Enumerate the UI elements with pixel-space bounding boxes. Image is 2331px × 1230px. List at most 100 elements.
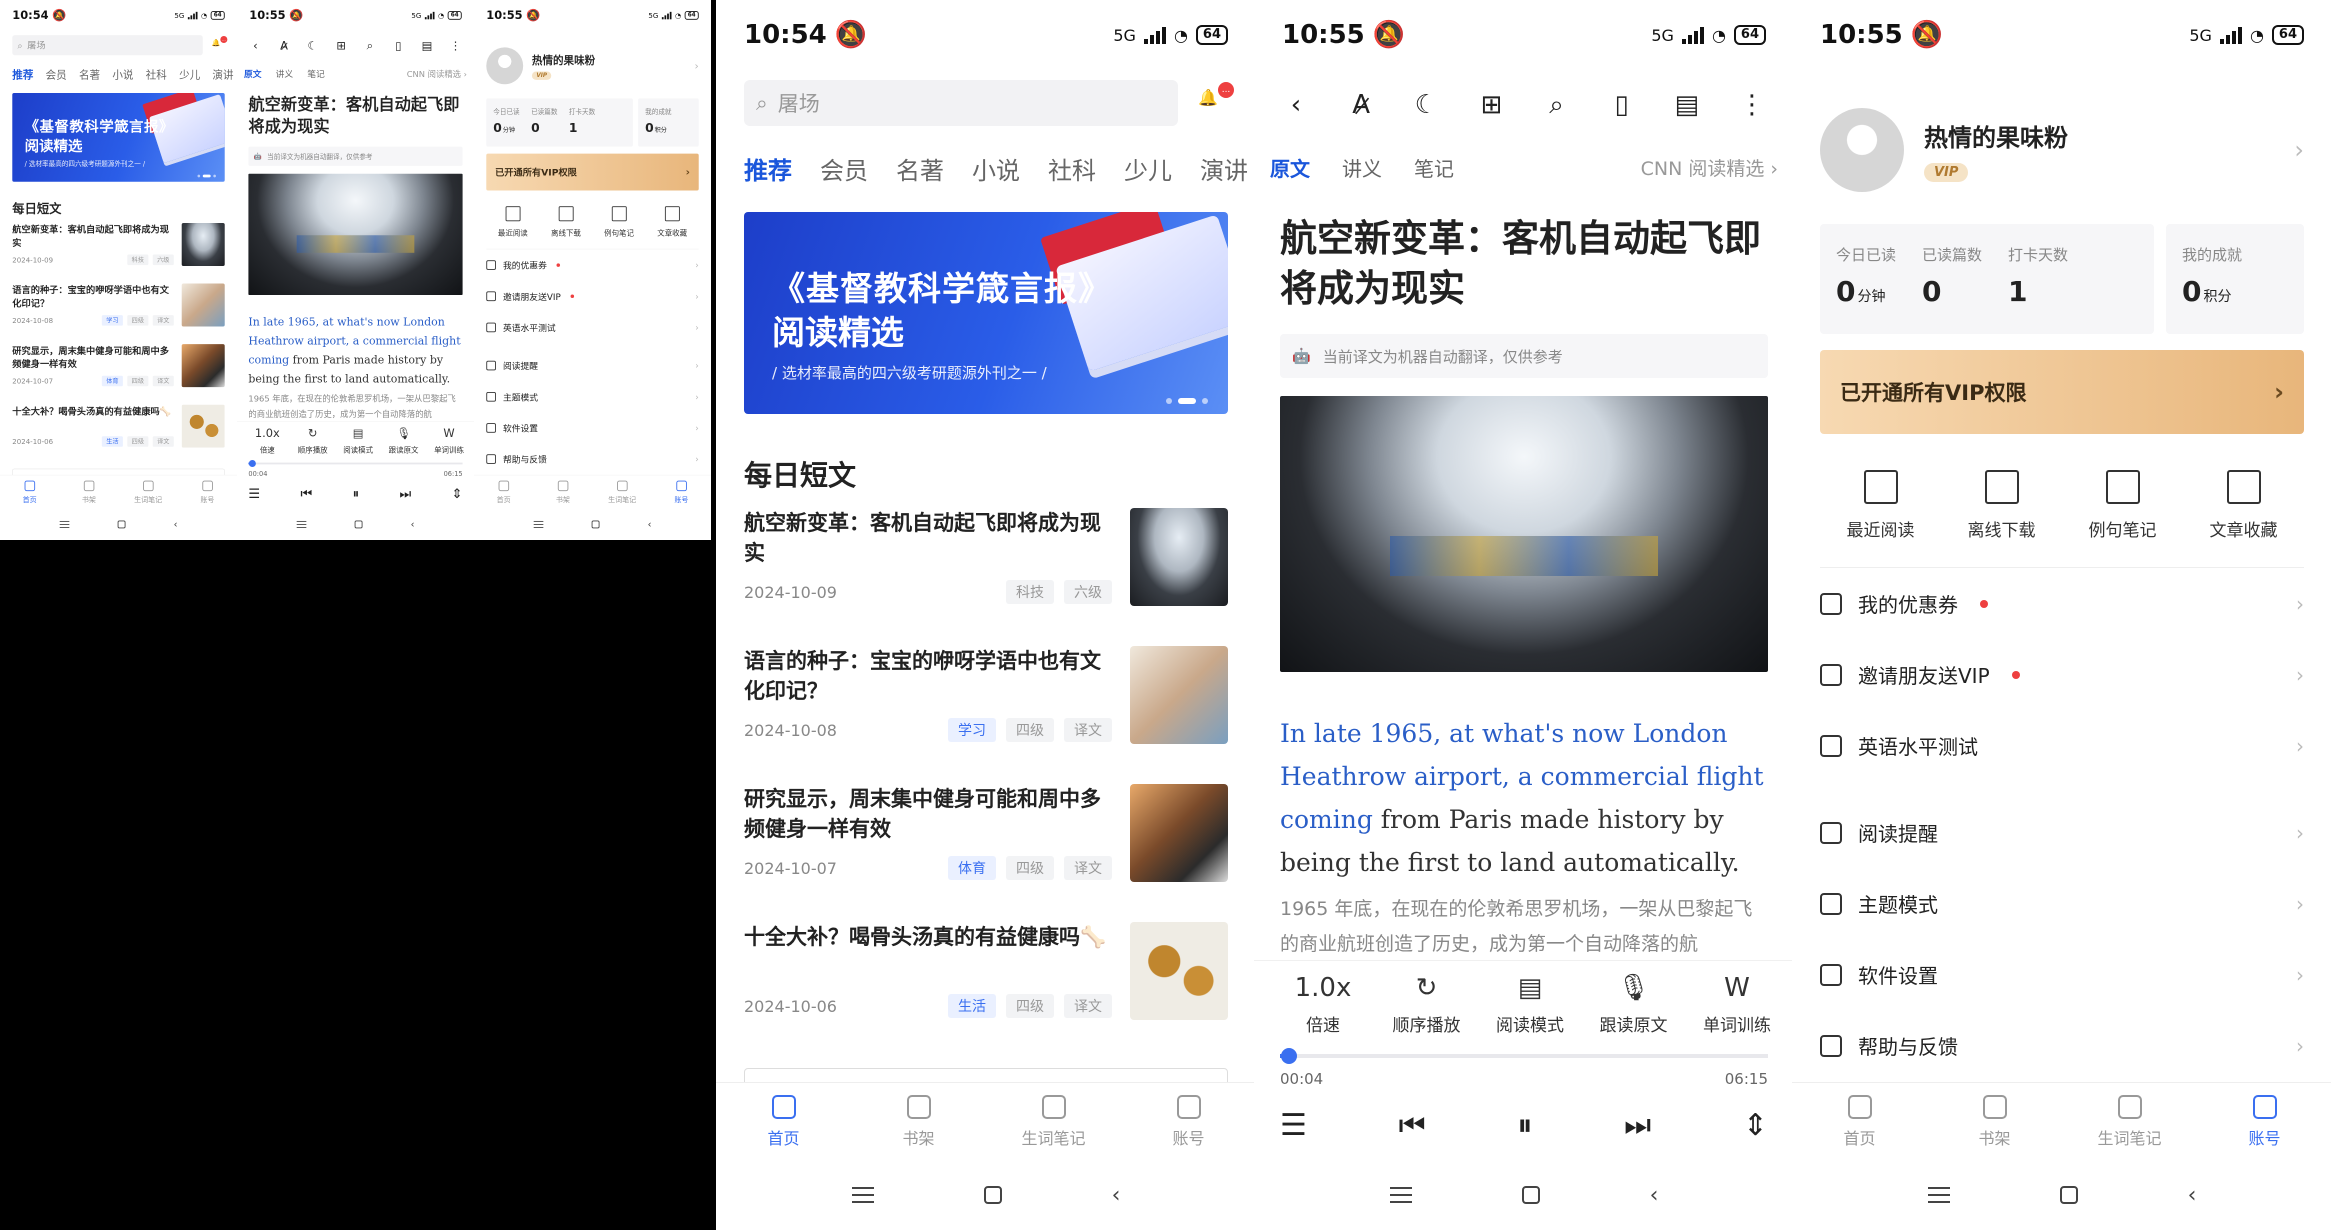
notification-bell-icon[interactable]: 🔔... <box>212 35 228 52</box>
article-tab[interactable]: 笔记 <box>1414 153 1454 182</box>
player-control[interactable]: W 单词训练 <box>429 427 469 455</box>
home-button[interactable] <box>2059 1186 2078 1204</box>
article-tab[interactable]: 原文 <box>244 67 262 80</box>
menu-item[interactable]: 软件设置 › <box>1792 939 2331 1010</box>
menu-item[interactable]: 我的优惠券 › <box>474 249 711 280</box>
category-tab[interactable]: 少儿 <box>1124 151 1172 186</box>
category-tab[interactable]: 社科 <box>146 66 167 81</box>
article-list-item[interactable]: 航空新变革：客机自动起飞即将成为现实 2024-10-09 科技 六级 <box>716 508 1255 646</box>
collapse-icon[interactable]: ⇕ <box>1743 1108 1768 1143</box>
menu-item[interactable]: 主题模式 › <box>474 381 711 412</box>
quick-action[interactable]: 离线下载 <box>1968 470 2036 541</box>
notification-bell-icon[interactable]: 🔔... <box>1198 82 1234 118</box>
menu-item[interactable]: 帮助与反馈 › <box>474 443 711 474</box>
previous-icon[interactable]: ⏮ <box>300 486 312 501</box>
back-icon[interactable]: ‹ <box>1278 90 1314 120</box>
article-tab[interactable]: 笔记 <box>307 67 325 80</box>
player-control[interactable]: ▤ 阅读模式 <box>338 427 378 455</box>
menu-item[interactable]: 软件设置 › <box>474 412 711 443</box>
more-icon[interactable]: ⋮ <box>1734 90 1770 120</box>
search-input[interactable]: ⌕ 屠场 <box>12 35 203 56</box>
recent-apps-button[interactable] <box>296 520 307 528</box>
back-button[interactable]: ‹ <box>648 519 652 530</box>
category-tab[interactable]: 会员 <box>820 151 868 186</box>
more-icon[interactable]: ⋮ <box>448 40 464 53</box>
tab-vocab-notes[interactable]: 生词笔记 <box>593 475 652 509</box>
menu-item[interactable]: 邀请朋友送VIP › <box>1792 639 2331 710</box>
article-source-link[interactable]: CNN 阅读精选 › <box>1641 154 1778 181</box>
recent-apps-button[interactable] <box>533 520 544 528</box>
player-control[interactable]: 1.0x 倍速 <box>1278 973 1368 1036</box>
menu-item[interactable]: 阅读提醒 › <box>1792 797 2331 868</box>
achievement-box[interactable]: 我的成就 0积分 <box>638 98 699 147</box>
quick-action[interactable]: 文章收藏 <box>657 206 687 237</box>
back-button[interactable]: ‹ <box>2188 1183 2197 1208</box>
menu-item[interactable]: 英语水平测试 › <box>474 312 711 343</box>
search-icon[interactable]: ⌕ <box>1539 90 1575 121</box>
tab-home[interactable]: 首页 <box>0 475 59 509</box>
category-tab[interactable]: 推荐 <box>12 66 33 81</box>
vip-status-bar[interactable]: 已开通所有VIP权限 › <box>486 153 699 191</box>
collapse-icon[interactable]: ⇕ <box>452 486 463 501</box>
menu-item[interactable]: 阅读提醒 › <box>474 350 711 381</box>
article-list-item[interactable]: 研究显示，周末集中健身可能和周中多频健身一样有效 2024-10-07 体育 四级… <box>0 344 237 405</box>
article-list-item[interactable]: 十全大补？喝骨头汤真的有益健康吗🦴 2024-10-06 生活 四级 译文 <box>716 922 1255 1060</box>
back-button[interactable]: ‹ <box>1650 1183 1659 1208</box>
home-button[interactable] <box>354 520 363 529</box>
tab-bookshelf[interactable]: 书架 <box>533 475 592 509</box>
category-tab[interactable]: 演讲 <box>1200 151 1248 186</box>
menu-item[interactable]: 英语水平测试 › <box>1792 710 2331 781</box>
tab-vocab-notes[interactable]: 生词笔记 <box>986 1083 1121 1160</box>
category-tab[interactable]: 小说 <box>112 66 133 81</box>
pause-icon[interactable]: ⏸ <box>353 486 360 501</box>
quick-action[interactable]: 文章收藏 <box>2210 470 2278 541</box>
category-tab[interactable]: 名著 <box>896 151 944 186</box>
quick-action[interactable]: 例句笔记 <box>604 206 634 237</box>
menu-item[interactable]: 我的优惠券 › <box>1792 568 2331 639</box>
tab-bookshelf[interactable]: 书架 <box>851 1083 986 1160</box>
promo-banner[interactable]: 《基督教科学箴言报》 阅读精选 / 选材率最高的四六级考研题源外刊之一 / <box>12 93 225 182</box>
article-tab[interactable]: 讲义 <box>276 67 294 80</box>
recent-apps-button[interactable] <box>851 1187 874 1203</box>
progress-slider[interactable] <box>1280 1048 1768 1064</box>
search-input[interactable]: ⌕ 屠场 <box>744 80 1178 126</box>
tab-vocab-notes[interactable]: 生词笔记 <box>2062 1083 2197 1160</box>
article-source-link[interactable]: CNN 阅读精选 › <box>407 67 467 79</box>
recent-apps-button[interactable] <box>59 520 70 528</box>
article-tab[interactable]: 原文 <box>1270 153 1310 182</box>
category-tab[interactable]: 名著 <box>79 66 100 81</box>
vocab-icon[interactable]: ▤ <box>1669 90 1705 120</box>
player-control[interactable]: ▤ 阅读模式 <box>1485 973 1575 1036</box>
back-button[interactable]: ‹ <box>174 519 178 530</box>
menu-item[interactable]: 帮助与反馈 › <box>1792 1010 2331 1081</box>
home-button[interactable] <box>1521 1186 1540 1204</box>
menu-item[interactable]: 邀请朋友送VIP › <box>474 280 711 311</box>
category-tab[interactable]: 社科 <box>1048 151 1096 186</box>
player-control[interactable]: 🎙 跟读原文 <box>384 427 424 455</box>
search-icon[interactable]: ⌕ <box>362 39 378 53</box>
article-list-item[interactable]: 十全大补？喝骨头汤真的有益健康吗🦴 2024-10-06 生活 四级 译文 <box>0 404 237 466</box>
tab-account[interactable]: 账号 <box>2197 1083 2331 1160</box>
previous-icon[interactable]: ⏮ <box>1399 1108 1426 1143</box>
quick-action[interactable]: 最近阅读 <box>1847 470 1915 541</box>
bookmark-icon[interactable]: ▯ <box>390 40 406 53</box>
translate-icon[interactable]: A̷ <box>1343 90 1379 120</box>
next-icon[interactable]: ⏭ <box>1624 1108 1651 1143</box>
pause-icon[interactable]: ⏸ <box>1517 1108 1532 1143</box>
menu-item[interactable]: 主题模式 › <box>1792 868 2331 939</box>
article-tab[interactable]: 讲义 <box>1342 153 1382 182</box>
home-button[interactable] <box>983 1186 1002 1204</box>
translate-icon[interactable]: A̷ <box>276 40 292 53</box>
achievement-box[interactable]: 我的成就 0积分 <box>2166 224 2304 334</box>
playlist-icon[interactable]: ☰ <box>248 486 260 501</box>
next-icon[interactable]: ⏭ <box>399 486 411 501</box>
player-control[interactable]: ↻ 顺序播放 <box>1382 973 1472 1036</box>
tab-home[interactable]: 首页 <box>716 1083 851 1160</box>
home-button[interactable] <box>591 520 600 529</box>
add-icon[interactable]: ⊞ <box>333 40 349 53</box>
progress-slider[interactable] <box>248 459 463 467</box>
category-tab[interactable]: 演讲 <box>212 66 233 81</box>
article-list-item[interactable]: 研究显示，周末集中健身可能和周中多频健身一样有效 2024-10-07 体育 四级… <box>716 784 1255 922</box>
bookmark-icon[interactable]: ▯ <box>1604 90 1640 120</box>
profile-header[interactable]: 热情的果味粉 VIP › <box>1792 70 2331 210</box>
